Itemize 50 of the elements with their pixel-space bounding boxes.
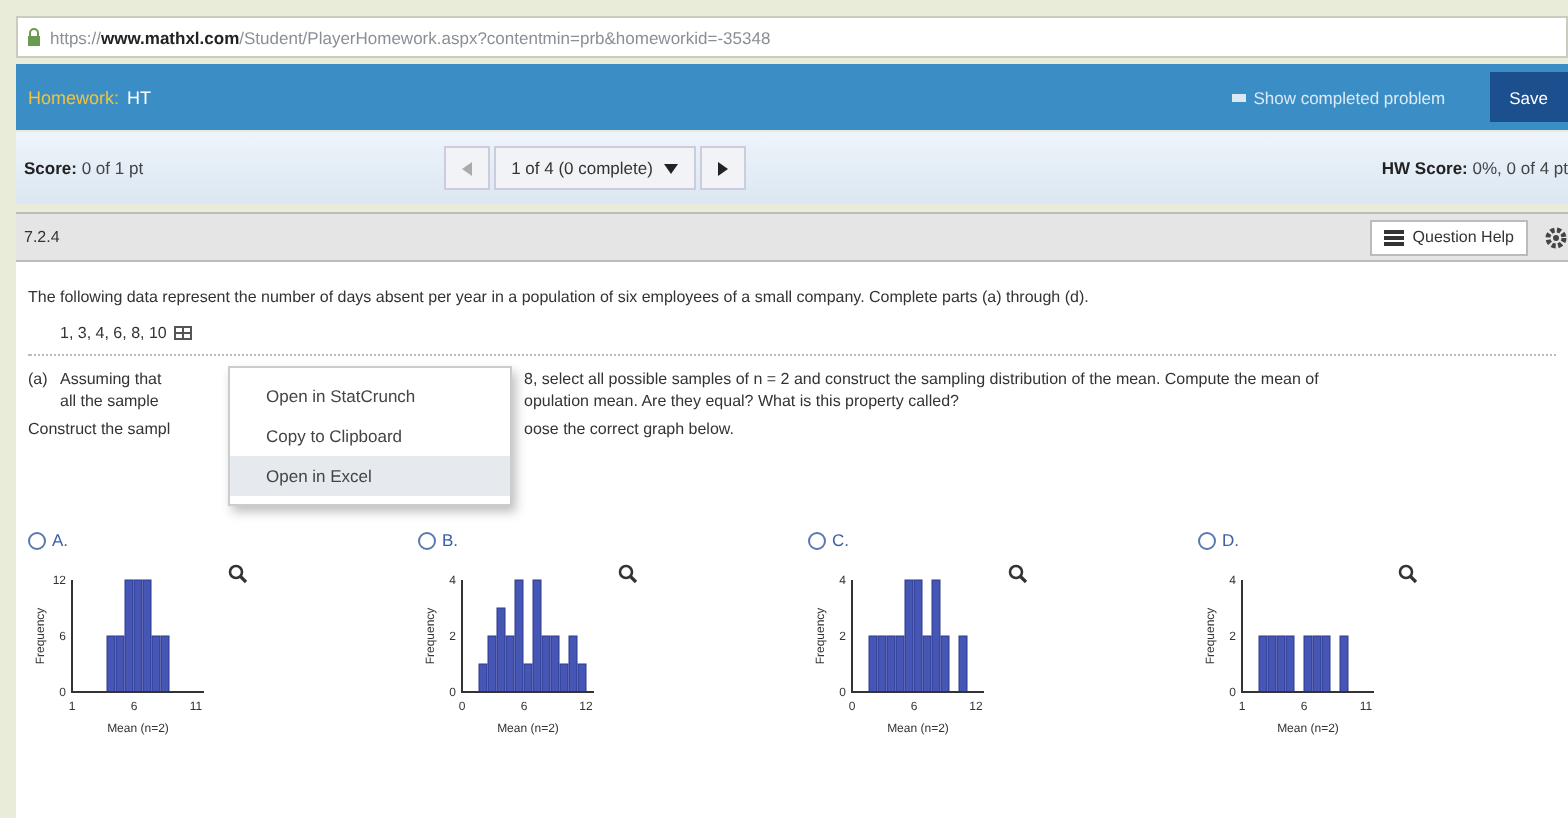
axes-drawing bbox=[851, 579, 985, 693]
radio-button[interactable] bbox=[28, 531, 46, 549]
option-label: D. bbox=[1222, 530, 1239, 550]
question-number: 7.2.4 bbox=[24, 228, 60, 246]
caret-icon bbox=[664, 163, 679, 173]
radio-button[interactable] bbox=[808, 531, 826, 549]
option-label: A. bbox=[52, 530, 69, 550]
menu-item[interactable]: Open in StatCrunch bbox=[230, 376, 510, 416]
save-button[interactable]: Save bbox=[1489, 72, 1568, 122]
data-values: 1, 3, 4, 6, 8, 10 bbox=[60, 324, 167, 342]
data-table-icon[interactable] bbox=[174, 326, 193, 340]
question-help-button[interactable]: Question Help bbox=[1370, 219, 1528, 255]
menu-item[interactable]: Copy to Clipboard bbox=[230, 416, 510, 456]
instruction-text: oose the correct graph below. bbox=[524, 418, 734, 440]
lock-icon bbox=[26, 28, 42, 46]
histogram-bars bbox=[868, 579, 968, 693]
question-text: all the sample bbox=[60, 390, 159, 412]
right-arrow-icon bbox=[718, 161, 729, 175]
zoom-icon[interactable] bbox=[1398, 564, 1418, 584]
zoom-icon[interactable] bbox=[1008, 564, 1028, 584]
radio-button[interactable] bbox=[418, 531, 436, 549]
axes-drawing bbox=[461, 579, 595, 693]
score-text: Score: 0 of 1 pt bbox=[24, 158, 144, 178]
question-text: The following data represent the number of days absent per year in a population of six employees of a small company. Complete parts (a) through (d). bbox=[28, 286, 1091, 308]
left-arrow-icon bbox=[461, 161, 472, 175]
question-text: opulation mean. Are they equal? What is this property called? bbox=[524, 390, 959, 412]
zoom-icon[interactable] bbox=[618, 564, 638, 584]
part-marker: (a) bbox=[28, 368, 50, 390]
question-dropdown[interactable]: 1 of 4 (0 complete) bbox=[493, 146, 697, 190]
homework-name: HT bbox=[127, 87, 152, 107]
axes-drawing bbox=[1241, 579, 1375, 693]
menu-item[interactable]: Open in Excel bbox=[230, 456, 510, 496]
option-label: C. bbox=[832, 530, 849, 550]
histogram-bars bbox=[1258, 635, 1349, 693]
histogram-bars bbox=[478, 579, 587, 693]
zoom-icon[interactable] bbox=[228, 564, 248, 584]
hw-score-text: HW Score: 0%, 0 of 4 pt bbox=[1381, 158, 1568, 178]
instruction-text: Construct the sampl bbox=[28, 418, 171, 440]
question-text: Assuming that bbox=[60, 368, 162, 390]
axes-drawing bbox=[71, 579, 205, 693]
homework-label: Homework: bbox=[28, 87, 120, 107]
address-bar[interactable]: https://www.mathxl.com/Student/PlayerHomework.aspx?contentmin=prb&homeworkid=-35348 bbox=[16, 16, 1568, 58]
radio-button[interactable] bbox=[1198, 531, 1216, 549]
question-text: 8, select all possible samples of n = 2 and construct the sampling distribution of the mean. Compute the mean of bbox=[524, 368, 1319, 390]
list-icon bbox=[1384, 229, 1405, 245]
histogram-bars bbox=[106, 579, 170, 693]
next-button[interactable] bbox=[700, 146, 747, 190]
url-text: https://www.mathxl.com/Student/PlayerHomework.aspx?contentmin=prb&homeworkid=-35348 bbox=[50, 27, 771, 47]
settings-icon[interactable] bbox=[1544, 225, 1568, 249]
option-label: B. bbox=[442, 530, 459, 550]
